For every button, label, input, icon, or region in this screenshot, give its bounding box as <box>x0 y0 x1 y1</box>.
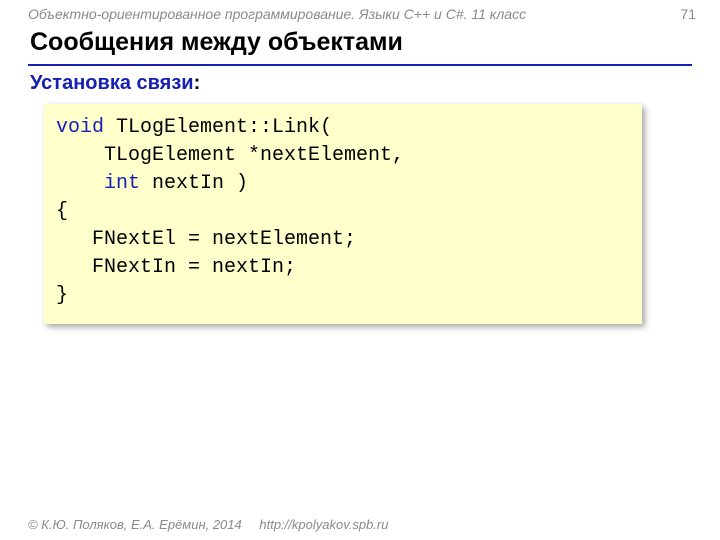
code-line-3-prefix <box>56 172 104 195</box>
subtitle-text: Установка связи <box>30 72 194 94</box>
code-line-4: { <box>56 200 68 223</box>
footer-url: http://kpolyakov.spb.ru <box>259 517 388 532</box>
section-subtitle: Установка связи: <box>30 72 200 95</box>
keyword-void: void <box>56 116 104 139</box>
page-number: 71 <box>680 6 696 22</box>
footer-copyright: © К.Ю. Поляков, Е.А. Ерёмин, 2014 <box>28 517 242 532</box>
subtitle-colon: : <box>194 72 201 94</box>
breadcrumb: Объектно-ориентированное программировани… <box>28 6 526 22</box>
code-line-5: FNextEl = nextElement; <box>56 228 356 251</box>
footer: © К.Ю. Поляков, Е.А. Ерёмин, 2014 http:/… <box>28 517 388 532</box>
code-line-2: TLogElement *nextElement, <box>56 144 404 167</box>
keyword-int: int <box>104 172 140 195</box>
code-line-3-rest: nextIn ) <box>140 172 248 195</box>
code-block: void TLogElement::Link( TLogElement *nex… <box>44 104 642 324</box>
title-rule <box>28 64 692 66</box>
code-line-7: } <box>56 284 68 307</box>
code-line-6: FNextIn = nextIn; <box>56 256 296 279</box>
slide-title: Сообщения между объектами <box>30 28 403 57</box>
code-sig-rest: TLogElement::Link( <box>104 116 332 139</box>
